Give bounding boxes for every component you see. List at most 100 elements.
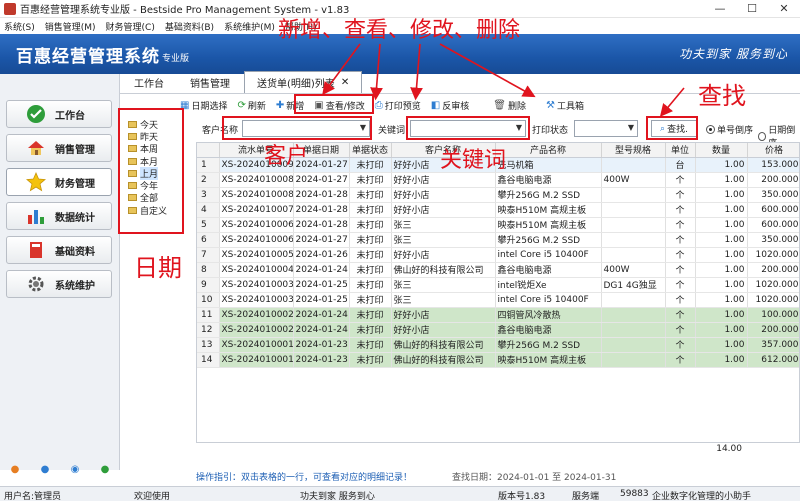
column-header[interactable]: 单据状态 [349,143,392,158]
menu-basic-data[interactable]: 基础资料(B) [165,20,214,33]
table-row[interactable]: 8 XS-2024010004 2024-01-24 未打印 佛山好的科技有限公司 鑫谷电… [197,262,799,278]
table-row[interactable]: 5 XS-2024010006 2024-01-28 未打印 张三 映泰H510M 高规主… [197,217,799,233]
chevron-down-icon: ▼ [627,123,634,132]
table-cell [601,217,666,233]
table-cell: intel锐炬Xe [495,277,602,293]
close-button[interactable]: ✕ [768,0,800,18]
table-cell: 1020.000 [747,277,799,293]
button-label: 反审核 [442,101,470,112]
row-number: 1 [197,157,220,173]
table-cell: 未打印 [349,247,392,263]
table-cell: 2024-01-24 [293,307,350,323]
tab-label: 送货单(明细)列表 [257,79,335,90]
sort-by-number-radio[interactable]: 单号倒序 [706,123,753,136]
print-status-select[interactable]: ▼ [574,120,638,137]
table-cell: 200.000 [747,322,799,338]
button-label: 打印预览 [384,101,421,112]
annotation-toolbar-text: 新增、查看、修改、删除 [278,18,521,43]
nav-statistics[interactable]: 数据统计 [6,202,112,230]
date-select-button[interactable]: ▦ 日期选择 [180,99,227,112]
table-cell: 未打印 [349,262,392,278]
column-header[interactable]: 价格 [747,143,799,158]
table-cell: 2024-01-25 [293,277,350,293]
table-cell: 未打印 [349,307,392,323]
left-nav: 工作台 销售管理 财务管理 数据统计 基础资料 系统维护 [0,74,120,470]
tab-delivery-list[interactable]: 送货单(明细)列表 ✕ [244,71,363,93]
table-row[interactable]: 6 XS-2024010006 2024-01-27 未打印 张三 攀升256G M.2 … [197,232,799,248]
nav-workbench[interactable]: 工作台 [6,100,112,128]
table-cell: 个 [665,187,696,203]
table-cell: 四铜管风冷散热 [495,307,602,323]
column-header[interactable]: 产品名称 [495,143,602,158]
nav-basic-data[interactable]: 基础资料 [6,236,112,264]
table-cell: 200.000 [747,172,799,188]
table-cell: 佛山好的科技有限公司 [391,337,496,353]
nav-label: 系统维护 [55,280,95,292]
toolbar-annotation-box [294,94,374,114]
table-cell: 2024-01-26 [293,247,350,263]
table-cell: 个 [665,277,696,293]
house-icon [25,137,47,159]
table-row[interactable]: 13 XS-2024010001 2024-01-23 未打印 佛山好的科技有限公司 攀升… [197,337,799,353]
unapprove-button[interactable]: ◧ 反审核 [431,99,469,112]
table-row[interactable]: 3 XS-2024010008 2024-01-28 未打印 好好小店 攀升256G M.… [197,187,799,203]
tag-icon[interactable]: ● [11,464,20,475]
minimize-button[interactable]: — [704,0,736,18]
table-row[interactable]: 2 XS-2024010008 2024-01-27 未打印 好好小店 鑫谷电脑电源 400… [197,172,799,188]
menu-system[interactable]: 系统(S) [4,20,35,33]
status-version: 版本号1.83 [498,492,546,501]
row-number: 9 [197,277,220,293]
row-number: 2 [197,172,220,188]
table-row[interactable]: 14 XS-2024010001 2024-01-23 未打印 佛山好的科技有限公司 映泰… [197,352,799,368]
row-number: 7 [197,247,220,263]
info-icon[interactable]: ● [41,464,50,475]
column-header[interactable]: 单位 [665,143,696,158]
tab-sales[interactable]: 销售管理 [178,72,242,93]
nav-finance[interactable]: 财务管理 [6,168,112,196]
table-cell: 1.00 [695,217,748,233]
toolbox-button[interactable]: ⚒ 工具箱 [546,99,584,112]
refresh-button[interactable]: ⟳ 刷新 [237,99,265,112]
table-cell: 2024-01-28 [293,202,350,218]
exit-icon[interactable]: ● [101,464,110,475]
nav-maintenance[interactable]: 系统维护 [6,270,112,298]
table-row[interactable]: 4 XS-2024010007 2024-01-28 未打印 好好小店 映泰H510M 高… [197,202,799,218]
menu-maintenance[interactable]: 系统维护(M) [224,20,275,33]
nav-sales[interactable]: 销售管理 [6,134,112,162]
tab-workbench[interactable]: 工作台 [122,72,176,93]
bottom-shortcut-bar: ● ● ◉ ● [0,462,120,476]
maximize-button[interactable]: ☐ [736,0,768,18]
print-preview-button[interactable]: ⎙ 打印预览 [375,99,421,112]
table-cell: 佛山好的科技有限公司 [391,352,496,368]
table-cell: 1.00 [695,232,748,248]
table-cell: XS-2024010003 [219,292,294,308]
delete-button[interactable]: 🗑 删除 [493,99,526,112]
tab-close-icon[interactable]: ✕ [341,77,349,88]
table-row[interactable]: 10 XS-2024010003 2024-01-25 未打印 张三 intel Core… [197,292,799,308]
table-cell: XS-2024010006 [219,217,294,233]
table-row[interactable]: 12 XS-2024010002 2024-01-24 未打印 好好小店 鑫谷电脑电源 个 1… [197,322,799,338]
table-cell: 好好小店 [391,247,496,263]
row-number: 10 [197,292,220,308]
column-header[interactable]: 数量 [695,143,748,158]
table-row[interactable]: 11 XS-2024010002 2024-01-24 未打印 好好小店 四铜管风冷散热 个… [197,307,799,323]
bar-chart-icon [25,205,47,227]
table-cell: 个 [665,232,696,248]
table-cell: 1020.000 [747,292,799,308]
table-row[interactable]: 7 XS-2024010005 2024-01-26 未打印 好好小店 intel Cor… [197,247,799,263]
menu-sales[interactable]: 销售管理(M) [45,20,96,33]
table-row[interactable]: 9 XS-2024010003 2024-01-25 未打印 张三 intel锐炬Xe DG… [197,277,799,293]
column-header[interactable]: 型号规格 [601,143,666,158]
table-cell: 佛山好的科技有限公司 [391,262,496,278]
print-preview-icon: ⎙ [374,99,383,111]
table-cell: XS-2024010005 [219,247,294,263]
search-icon[interactable]: ◉ [71,464,80,475]
table-cell: 映泰H510M 高规主板 [495,352,602,368]
table-cell: 鑫谷电脑电源 [495,172,602,188]
check-circle-icon [25,103,47,125]
table-cell: 200.000 [747,262,799,278]
menu-finance[interactable]: 财务管理(C) [106,20,155,33]
table-cell: 1.00 [695,337,748,353]
status-code: 59883 [620,489,649,499]
annotation-date-text: 日期 [134,254,182,282]
